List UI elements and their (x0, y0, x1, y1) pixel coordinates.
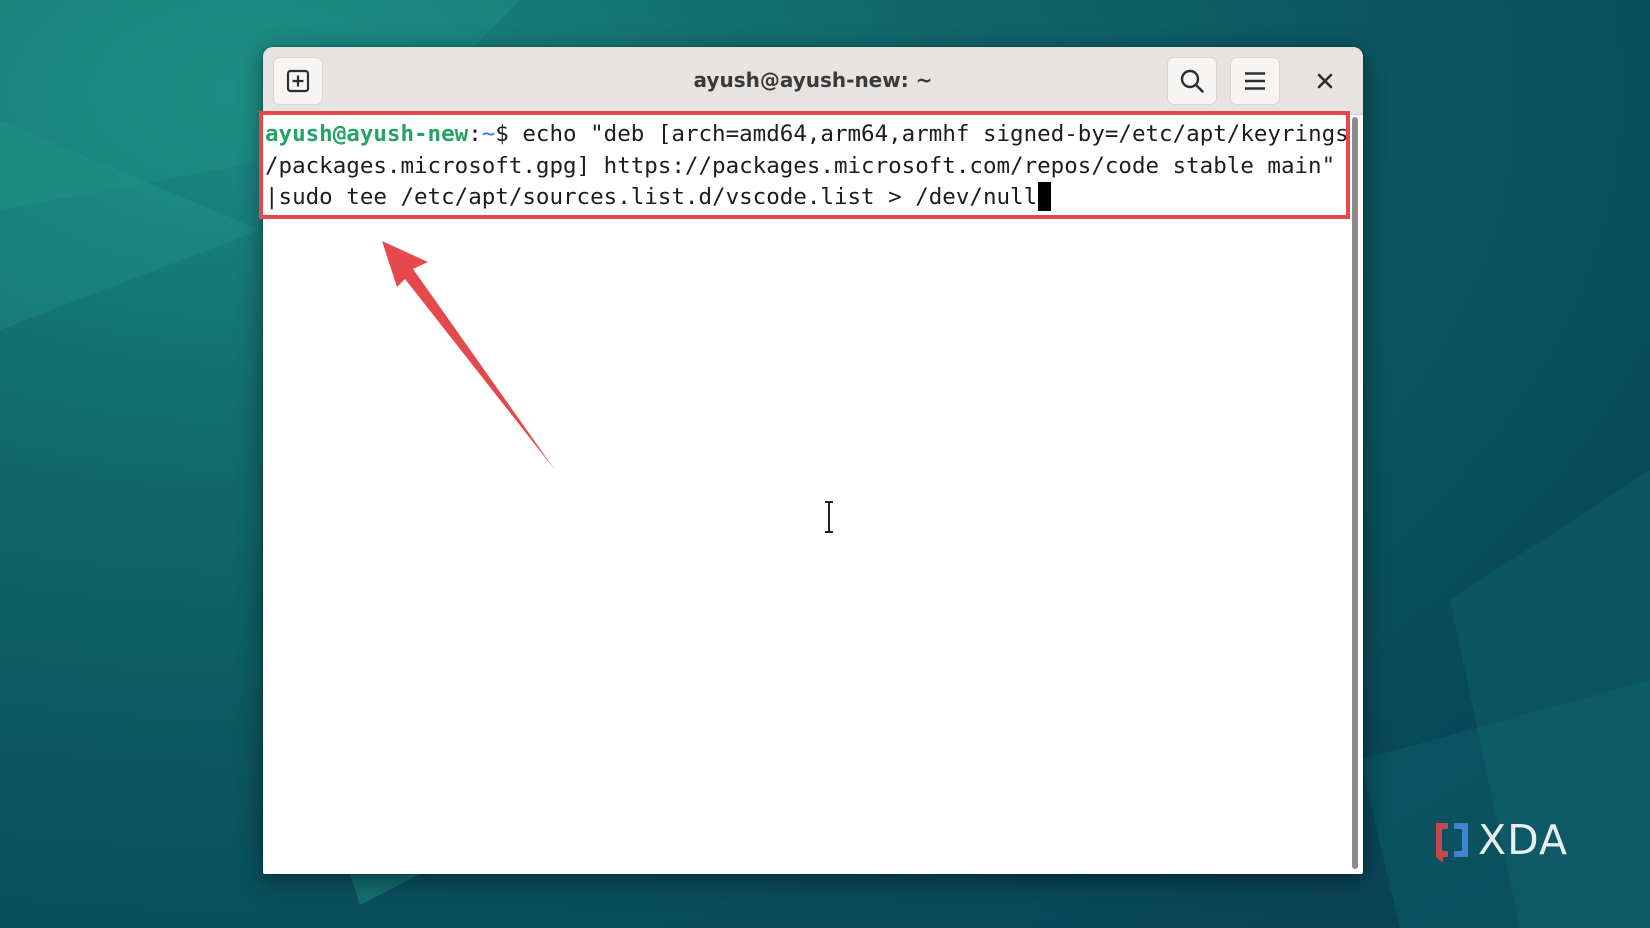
text-cursor-ibeam-icon (825, 501, 833, 533)
scrollbar[interactable] (1350, 117, 1360, 869)
prompt-separator: : (468, 121, 482, 147)
new-tab-button[interactable] (273, 57, 323, 105)
close-button[interactable] (1305, 61, 1345, 101)
terminal-window: ayush@ayush-new: ~ ayush@ayush-new:~$ ec… (263, 47, 1363, 874)
scrollbar-thumb[interactable] (1352, 117, 1358, 869)
terminal-output: ayush@ayush-new:~$ echo "deb [arch=amd64… (265, 119, 1349, 214)
window-title: ayush@ayush-new: ~ (693, 68, 933, 92)
new-tab-icon (286, 69, 310, 93)
search-icon (1180, 69, 1204, 93)
xda-watermark: XDA (1432, 812, 1592, 868)
close-icon (1317, 73, 1333, 89)
prompt-symbol: $ (495, 121, 523, 147)
search-button[interactable] (1167, 57, 1217, 105)
menu-button[interactable] (1230, 57, 1280, 105)
prompt-path: ~ (481, 121, 496, 147)
text-cursor (1038, 182, 1052, 211)
title-bar: ayush@ayush-new: ~ (263, 47, 1363, 115)
terminal-line-3: |sudo tee /etc/apt/sources.list.d/vscode… (265, 182, 1349, 214)
prompt-user: ayush@ayush-new (265, 121, 469, 147)
terminal-area[interactable] (263, 115, 1348, 874)
command-text-line-1: echo "deb [arch=amd64,arm64,armhf signed… (522, 121, 1349, 147)
xda-logo-icon (1436, 823, 1468, 863)
xda-watermark-text: XDA (1478, 816, 1568, 864)
hamburger-menu-icon (1245, 72, 1265, 90)
command-text-line-3: |sudo tee /etc/apt/sources.list.d/vscode… (265, 184, 1038, 210)
terminal-line-1: ayush@ayush-new:~$ echo "deb [arch=amd64… (265, 119, 1349, 151)
terminal-line-2: /packages.microsoft.gpg] https://package… (265, 152, 1336, 179)
